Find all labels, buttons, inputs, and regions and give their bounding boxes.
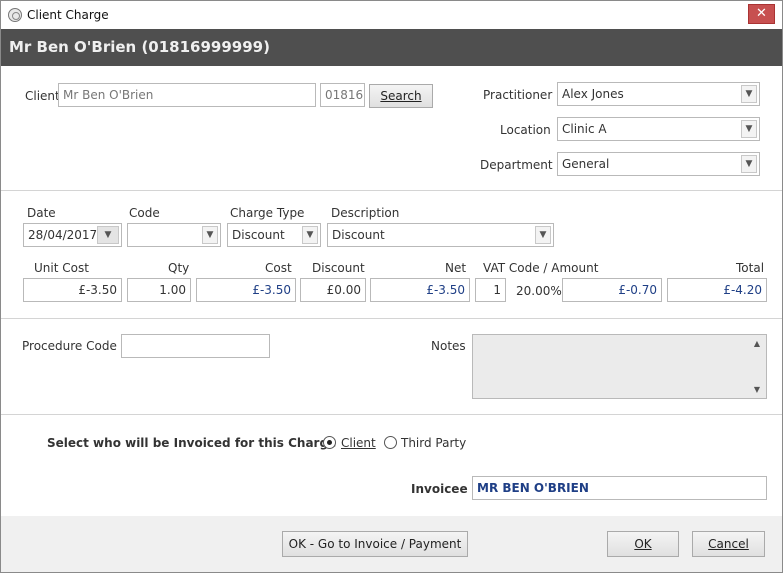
vat-rate: 20.00% bbox=[516, 284, 562, 298]
qty-label: Qty bbox=[168, 261, 190, 275]
divider bbox=[1, 318, 782, 319]
chevron-down-icon[interactable]: ▼ bbox=[202, 226, 218, 244]
app-icon bbox=[8, 8, 22, 22]
department-label: Department bbox=[480, 158, 553, 172]
description-value: Discount bbox=[332, 228, 385, 242]
scroll-down-icon[interactable]: ▼ bbox=[754, 385, 760, 394]
notes-label: Notes bbox=[431, 339, 466, 353]
divider bbox=[1, 190, 782, 191]
invoicee-label: Invoicee bbox=[411, 482, 468, 496]
client-label: Client bbox=[25, 89, 60, 103]
date-label: Date bbox=[27, 206, 56, 220]
practitioner-value: Alex Jones bbox=[562, 87, 624, 101]
practitioner-label: Practitioner bbox=[483, 88, 553, 102]
radio-third-party[interactable] bbox=[384, 436, 397, 449]
banner-title: Mr Ben O'Brien (01816999999) bbox=[9, 38, 270, 56]
radio-client-label[interactable]: Client bbox=[341, 436, 376, 450]
invoicee-field[interactable]: MR BEN O'BRIEN bbox=[472, 476, 767, 500]
department-value: General bbox=[562, 157, 610, 171]
close-button[interactable]: ✕ bbox=[748, 4, 775, 24]
chevron-down-icon[interactable]: ▼ bbox=[535, 226, 551, 244]
location-select[interactable]: Clinic A ▼ bbox=[557, 117, 760, 141]
discount-field[interactable]: £0.00 bbox=[300, 278, 366, 302]
date-picker[interactable]: 28/04/2017 ▼ bbox=[23, 223, 122, 247]
total-field[interactable]: £-4.20 bbox=[667, 278, 767, 302]
title-bar: Client Charge ✕ bbox=[1, 1, 782, 29]
cost-label: Cost bbox=[265, 261, 292, 275]
net-field[interactable]: £-3.50 bbox=[370, 278, 470, 302]
total-label: Total bbox=[736, 261, 765, 275]
charge-type-select[interactable]: Discount ▼ bbox=[227, 223, 321, 247]
description-select[interactable]: Discount ▼ bbox=[327, 223, 554, 247]
discount-label: Discount bbox=[312, 261, 365, 275]
footer-bar: OK - Go to Invoice / Payment OK Cancel bbox=[1, 516, 782, 572]
cancel-button[interactable]: Cancel bbox=[692, 531, 765, 557]
radio-third-party-label[interactable]: Third Party bbox=[401, 436, 466, 450]
procedure-code-field[interactable] bbox=[121, 334, 270, 358]
chevron-down-icon[interactable]: ▼ bbox=[741, 155, 757, 173]
practitioner-select[interactable]: Alex Jones ▼ bbox=[557, 82, 760, 106]
charge-type-label: Charge Type bbox=[230, 206, 305, 220]
chevron-down-icon[interactable]: ▼ bbox=[302, 226, 318, 244]
client-code-field[interactable]: 01816 bbox=[320, 83, 365, 107]
client-name-field[interactable]: Mr Ben O'Brien bbox=[58, 83, 316, 107]
client-charge-window: Client Charge ✕ Mr Ben O'Brien (01816999… bbox=[0, 0, 783, 573]
charge-type-value: Discount bbox=[232, 228, 285, 242]
code-label: Code bbox=[129, 206, 160, 220]
chevron-down-icon[interactable]: ▼ bbox=[741, 120, 757, 138]
search-button[interactable]: Search bbox=[369, 84, 433, 108]
chevron-down-icon[interactable]: ▼ bbox=[741, 85, 757, 103]
vat-label: VAT Code / Amount bbox=[483, 261, 599, 275]
unit-cost-field[interactable]: £-3.50 bbox=[23, 278, 122, 302]
ok-button[interactable]: OK bbox=[607, 531, 679, 557]
go-to-invoice-button[interactable]: OK - Go to Invoice / Payment bbox=[282, 531, 468, 557]
radio-client[interactable] bbox=[323, 436, 336, 449]
location-value: Clinic A bbox=[562, 122, 607, 136]
calendar-dropdown-icon[interactable]: ▼ bbox=[97, 226, 119, 244]
location-label: Location bbox=[500, 123, 551, 137]
window-title: Client Charge bbox=[27, 8, 109, 22]
client-banner: Mr Ben O'Brien (01816999999) bbox=[1, 29, 782, 66]
vat-amount-field[interactable]: £-0.70 bbox=[562, 278, 662, 302]
invoice-question: Select who will be Invoiced for this Cha… bbox=[47, 436, 337, 450]
vat-code-field[interactable]: 1 bbox=[475, 278, 506, 302]
unit-cost-label: Unit Cost bbox=[34, 261, 89, 275]
date-value: 28/04/2017 bbox=[28, 228, 98, 242]
code-select[interactable]: ▼ bbox=[127, 223, 221, 247]
net-label: Net bbox=[445, 261, 467, 275]
department-select[interactable]: General ▼ bbox=[557, 152, 760, 176]
scroll-up-icon[interactable]: ▲ bbox=[754, 339, 760, 348]
procedure-code-label: Procedure Code bbox=[22, 339, 117, 353]
divider bbox=[1, 414, 782, 415]
qty-field[interactable]: 1.00 bbox=[127, 278, 191, 302]
cost-field[interactable]: £-3.50 bbox=[196, 278, 296, 302]
description-label: Description bbox=[331, 206, 400, 220]
notes-textarea[interactable]: ▲ ▼ bbox=[472, 334, 767, 399]
